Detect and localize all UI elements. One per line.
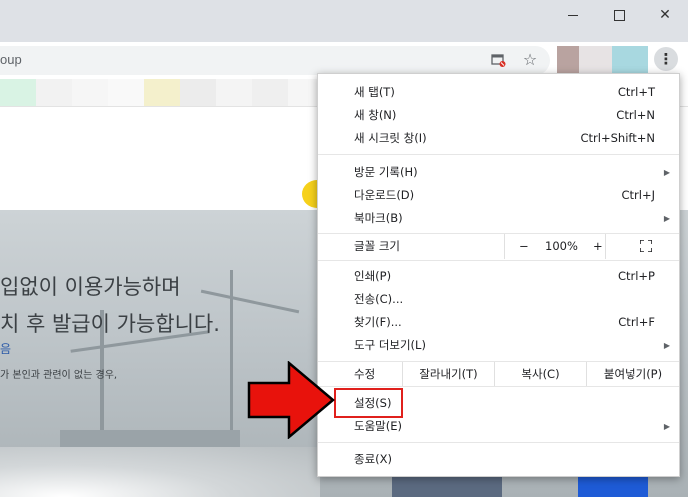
zoom-controls: − 100% + <box>504 234 606 259</box>
foreground-blur <box>0 447 320 497</box>
extension-icon[interactable] <box>557 46 579 73</box>
bookmark-star-icon[interactable]: ☆ <box>522 52 538 68</box>
submenu-arrow-icon: ▶ <box>663 214 670 223</box>
address-bar[interactable]: oup ☆ <box>0 46 550 75</box>
maximize-button[interactable] <box>596 0 642 30</box>
cut-button[interactable]: 잘라내기(T) <box>402 362 494 386</box>
menu-item-new-tab[interactable]: 새 탭(T) Ctrl+T <box>318 81 679 104</box>
edit-label: 수정 <box>354 367 376 381</box>
menu-item-label: 북마크(B) <box>354 211 403 225</box>
hero-note: 가 본인과 관련이 없는 경우, <box>0 370 118 381</box>
menu-item-label: 전송(C)... <box>354 292 404 306</box>
title-bar: ✕ <box>0 0 688 42</box>
fullscreen-icon[interactable] <box>640 240 652 252</box>
red-arrow-icon <box>247 361 335 439</box>
zoom-label: 글꼴 크기 <box>354 239 400 253</box>
menu-item-label: 새 창(N) <box>354 108 397 122</box>
url-text[interactable]: oup <box>0 52 22 67</box>
menu-shortcut: Ctrl+J <box>621 188 656 202</box>
menu-item-label: 새 탭(T) <box>354 85 395 99</box>
cast-blocked-icon[interactable] <box>490 52 506 68</box>
menu-separator <box>318 386 679 387</box>
zoom-row: 글꼴 크기 − 100% + <box>318 234 679 259</box>
more-vert-icon[interactable]: ⋮ <box>654 47 678 71</box>
menu-separator <box>318 260 679 261</box>
bookmark-item[interactable] <box>144 79 180 106</box>
menu-item-find[interactable]: 찾기(F)... Ctrl+F <box>318 311 679 334</box>
menu-shortcut: Ctrl+N <box>616 108 655 122</box>
copy-button[interactable]: 복사(C) <box>494 362 586 386</box>
menu-item-exit[interactable]: 종료(X) <box>318 448 679 471</box>
menu-item-more-tools[interactable]: 도구 더보기(L) ▶ <box>318 334 679 357</box>
edit-row: 수정 잘라내기(T) 복사(C) 붙여넣기(P) <box>318 362 679 386</box>
extension-icon[interactable] <box>612 46 648 73</box>
menu-separator <box>318 442 679 443</box>
zoom-out-button[interactable]: − <box>519 234 529 259</box>
menu-item-incognito[interactable]: 새 시크릿 창(I) Ctrl+Shift+N <box>318 127 679 150</box>
hero-headline: 치 후 발급이 가능합니다. <box>0 312 220 336</box>
menu-item-label: 다운로드(D) <box>354 188 415 202</box>
menu-item-label: 인쇄(P) <box>354 269 392 283</box>
menu-shortcut: Ctrl+F <box>618 315 655 329</box>
menu-item-label: 방문 기록(H) <box>354 165 418 179</box>
menu-item-downloads[interactable]: 다운로드(D) Ctrl+J <box>318 184 679 207</box>
bookmark-item[interactable] <box>0 79 36 106</box>
bookmark-item[interactable] <box>288 79 318 106</box>
menu-shortcut: Ctrl+P <box>617 269 655 283</box>
menu-item-label: 도움말(E) <box>354 419 402 433</box>
hero-link[interactable]: 음 <box>0 340 11 357</box>
bookmark-item[interactable] <box>108 79 144 106</box>
menu-item-history[interactable]: 방문 기록(H) ▶ <box>318 161 679 184</box>
menu-item-label: 도구 더보기(L) <box>354 338 426 352</box>
menu-shortcut: Ctrl+T <box>617 85 655 99</box>
menu-item-print[interactable]: 인쇄(P) Ctrl+P <box>318 265 679 288</box>
paste-button[interactable]: 붙여넣기(P) <box>586 362 679 386</box>
zoom-in-button[interactable]: + <box>593 234 603 259</box>
submenu-arrow-icon: ▶ <box>663 422 670 431</box>
extension-icon[interactable] <box>579 46 612 73</box>
close-button[interactable]: ✕ <box>642 0 688 30</box>
menu-item-bookmarks[interactable]: 북마크(B) ▶ <box>318 207 679 230</box>
bookmark-item[interactable] <box>72 79 108 106</box>
menu-separator <box>318 154 679 155</box>
close-icon: ✕ <box>659 7 671 23</box>
menu-item-new-window[interactable]: 새 창(N) Ctrl+N <box>318 104 679 127</box>
settings-highlight-box <box>334 388 403 418</box>
menu-shortcut: Ctrl+Shift+N <box>580 131 655 145</box>
zoom-level: 100% <box>545 239 578 253</box>
minimize-icon <box>568 14 578 16</box>
menu-item-help[interactable]: 도움말(E) ▶ <box>318 415 679 438</box>
bookmark-item[interactable] <box>36 79 72 106</box>
menu-item-label: 찾기(F)... <box>354 315 402 329</box>
maximize-icon <box>613 9 625 21</box>
menu-item-label: 종료(X) <box>354 452 393 466</box>
bookmark-item[interactable] <box>252 79 288 106</box>
bookmark-item[interactable] <box>216 79 252 106</box>
hero-headline: 입없이 이용가능하며 <box>0 275 181 299</box>
submenu-arrow-icon: ▶ <box>663 341 670 350</box>
menu-item-cast[interactable]: 전송(C)... <box>318 288 679 311</box>
menu-item-label: 새 시크릿 창(I) <box>354 131 427 145</box>
submenu-arrow-icon: ▶ <box>663 168 670 177</box>
bookmark-item[interactable] <box>180 79 216 106</box>
minimize-button[interactable] <box>550 0 596 30</box>
